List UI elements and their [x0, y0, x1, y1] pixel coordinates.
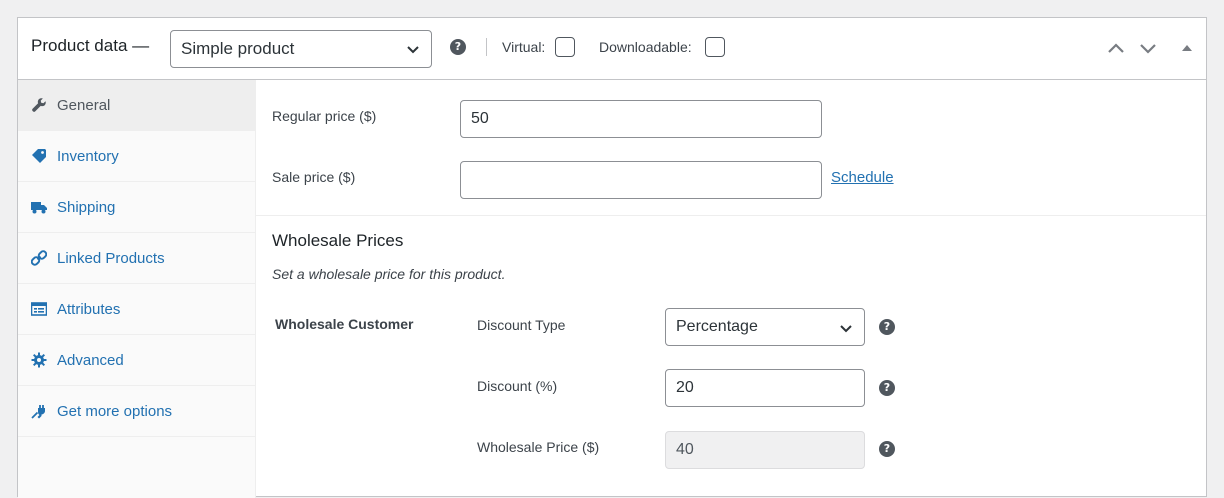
tab-shipping[interactable]: Shipping: [18, 182, 255, 233]
product-data-tabs: General Inventory Shipping Linked Produc…: [18, 80, 256, 498]
chevron-down-icon: [840, 325, 852, 333]
tab-label: General: [57, 97, 111, 114]
tab-general[interactable]: General: [18, 80, 255, 131]
discount-label: Discount (%): [477, 378, 558, 394]
tab-inventory[interactable]: Inventory: [18, 131, 255, 182]
regular-price-input[interactable]: 50: [460, 100, 822, 138]
tab-label: Get more options: [57, 403, 173, 420]
truck-icon: [31, 202, 47, 214]
wrench-icon: [32, 98, 46, 112]
tab-label: Linked Products: [57, 250, 165, 267]
wholesale-section-description: Set a wholesale price for this product.: [272, 266, 506, 282]
virtual-label: Virtual:: [502, 39, 546, 55]
tab-label: Advanced: [57, 352, 124, 369]
virtual-checkbox[interactable]: [555, 37, 575, 57]
discount-help-icon[interactable]: ?: [879, 380, 895, 396]
gear-icon: [31, 352, 47, 368]
tab-get-more-options[interactable]: Get more options: [18, 386, 255, 437]
discount-type-value: Percentage: [676, 318, 758, 335]
chevron-down-icon: [407, 46, 419, 54]
tab-attributes[interactable]: Attributes: [18, 284, 255, 335]
list-icon: [31, 302, 47, 316]
move-down-icon[interactable]: [1137, 38, 1159, 58]
product-type-select[interactable]: Simple product: [170, 30, 432, 68]
discount-type-select[interactable]: Percentage: [665, 308, 865, 346]
tag-icon: [32, 149, 46, 163]
downloadable-label: Downloadable:: [599, 39, 692, 55]
tab-advanced[interactable]: Advanced: [18, 335, 255, 386]
discount-input[interactable]: 20: [665, 369, 865, 407]
plugin-icon: [31, 405, 45, 419]
wholesale-role-name: Wholesale Customer: [275, 316, 414, 332]
move-up-icon[interactable]: [1105, 38, 1127, 58]
product-type-value: Simple product: [181, 39, 295, 58]
tab-linked-products[interactable]: Linked Products: [18, 233, 255, 284]
product-data-header: Product data — Simple product ? Virtual:…: [18, 18, 1206, 80]
downloadable-checkbox[interactable]: [705, 37, 725, 57]
wholesale-price-input: 40: [665, 431, 865, 469]
product-data-panel: Product data — Simple product ? Virtual:…: [17, 17, 1207, 498]
tab-label: Inventory: [57, 148, 119, 165]
tab-label: Attributes: [57, 301, 121, 318]
discount-type-label: Discount Type: [477, 317, 566, 333]
section-divider: [256, 215, 1206, 216]
sale-price-input[interactable]: [460, 161, 822, 199]
link-icon: [31, 250, 47, 266]
discount-type-help-icon[interactable]: ?: [879, 319, 895, 335]
regular-price-label: Regular price ($): [272, 108, 377, 124]
general-panel: Regular price ($) 50 Sale price ($) Sche…: [256, 80, 1206, 498]
panel-title: Product data —: [31, 36, 150, 55]
wholesale-price-help-icon[interactable]: ?: [879, 441, 895, 457]
collapse-toggle-icon[interactable]: [1176, 38, 1198, 58]
wholesale-price-label: Wholesale Price ($): [477, 439, 600, 455]
tab-label: Shipping: [57, 199, 116, 216]
help-icon[interactable]: ?: [450, 39, 466, 55]
header-divider: [486, 38, 487, 56]
sale-price-label: Sale price ($): [272, 169, 356, 185]
schedule-link[interactable]: Schedule: [831, 169, 894, 186]
wholesale-section-title: Wholesale Prices: [272, 231, 404, 250]
